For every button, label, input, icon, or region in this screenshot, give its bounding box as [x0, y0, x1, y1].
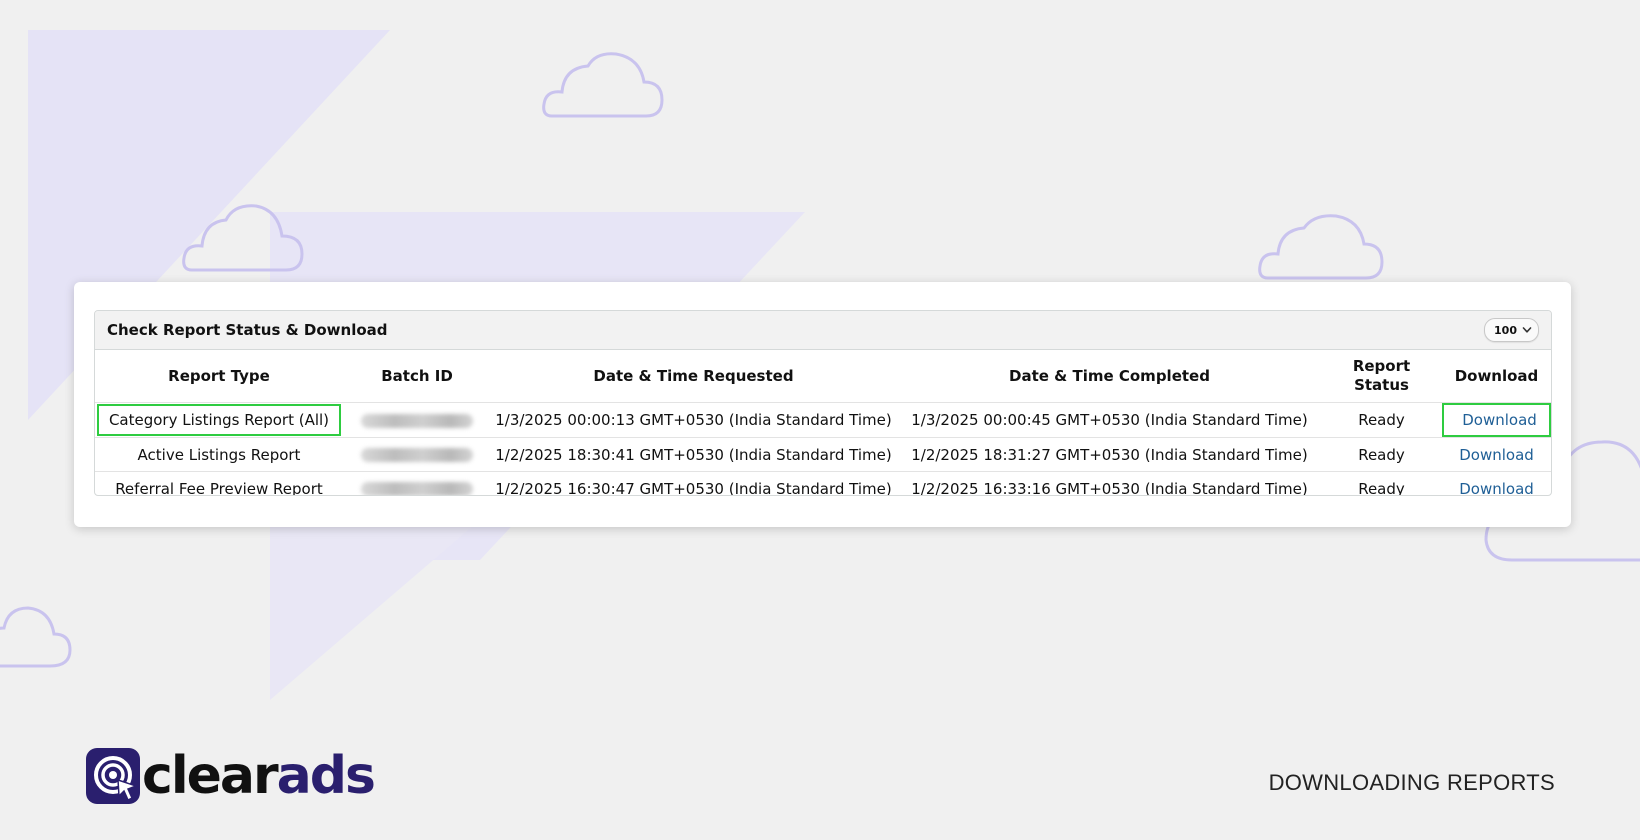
download-highlight: Download — [1442, 403, 1551, 437]
download-link[interactable]: Download — [1459, 446, 1534, 464]
date-requested-cell: 1/2/2025 18:30:41 GMT+0530 (India Standa… — [491, 437, 896, 472]
report-type-cell: Active Listings Report — [95, 437, 343, 472]
batch-id-cell — [343, 437, 491, 472]
panel-header: Check Report Status & Download 100 — [95, 311, 1551, 350]
header-date-requested: Date & Time Requested — [491, 350, 896, 403]
download-cell: Download — [1440, 437, 1551, 472]
page-size-value: 100 — [1494, 323, 1517, 337]
report-type-cell: Category Listings Report (All) — [95, 402, 343, 438]
report-card: Check Report Status & Download 100 Repor… — [74, 282, 1571, 527]
reports-table: Report Type Batch ID Date & Time Request… — [95, 350, 1551, 496]
logo-text-ads: ads — [276, 746, 376, 806]
batch-id-redacted — [361, 413, 473, 428]
batch-id-cell — [343, 402, 491, 438]
report-type-highlighted: Category Listings Report (All) — [96, 404, 342, 436]
download-link[interactable]: Download — [1459, 480, 1534, 496]
date-completed-cell: 1/2/2025 16:33:16 GMT+0530 (India Standa… — [896, 471, 1323, 495]
header-report-type: Report Type — [95, 350, 343, 403]
logo-text-clear: clear — [142, 746, 279, 806]
clearads-logo: clearads — [86, 746, 376, 806]
report-type-cell: Referral Fee Preview Report — [95, 471, 343, 495]
header-report-status: Report Status — [1323, 350, 1440, 403]
download-cell: Download — [1440, 402, 1551, 438]
report-status-cell: Ready — [1323, 471, 1440, 495]
chevron-down-icon — [1522, 327, 1532, 333]
date-completed-cell: 1/2/2025 18:31:27 GMT+0530 (India Standa… — [896, 437, 1323, 472]
download-cell: Download — [1440, 471, 1551, 496]
header-batch-id: Batch ID — [343, 350, 491, 403]
report-status-panel: Check Report Status & Download 100 Repor… — [94, 310, 1552, 496]
caption-downloading-reports: DOWNLOADING REPORTS — [1268, 770, 1555, 795]
header-date-completed: Date & Time Completed — [896, 350, 1323, 403]
table-row: Category Listings Report (All) 1/3/2025 … — [95, 402, 1551, 438]
batch-id-cell — [343, 471, 491, 495]
header-download: Download — [1440, 350, 1551, 403]
at-cursor-logo-icon — [86, 748, 140, 804]
cloud-decoration-left — [182, 204, 304, 272]
report-status-cell: Ready — [1323, 437, 1440, 472]
logo-wordmark: clearads — [142, 746, 376, 806]
table-row: Referral Fee Preview Report 1/2/2025 16:… — [95, 471, 1551, 496]
panel-title: Check Report Status & Download — [107, 321, 388, 339]
download-link[interactable]: Download — [1462, 411, 1537, 429]
date-completed-cell: 1/3/2025 00:00:45 GMT+0530 (India Standa… — [896, 402, 1323, 438]
batch-id-redacted — [361, 448, 473, 462]
report-status-cell: Ready — [1323, 402, 1440, 438]
batch-id-redacted — [361, 482, 473, 495]
cloud-decoration-bottom-left — [0, 606, 72, 668]
date-requested-cell: 1/3/2025 00:00:13 GMT+0530 (India Standa… — [491, 402, 896, 438]
cloud-decoration-right — [1258, 214, 1384, 280]
table-header-row: Report Type Batch ID Date & Time Request… — [95, 350, 1551, 403]
page-size-select[interactable]: 100 — [1484, 318, 1539, 342]
table-row: Active Listings Report 1/2/2025 18:30:41… — [95, 437, 1551, 472]
date-requested-cell: 1/2/2025 16:30:47 GMT+0530 (India Standa… — [491, 471, 896, 495]
cloud-decoration-top — [542, 52, 664, 118]
